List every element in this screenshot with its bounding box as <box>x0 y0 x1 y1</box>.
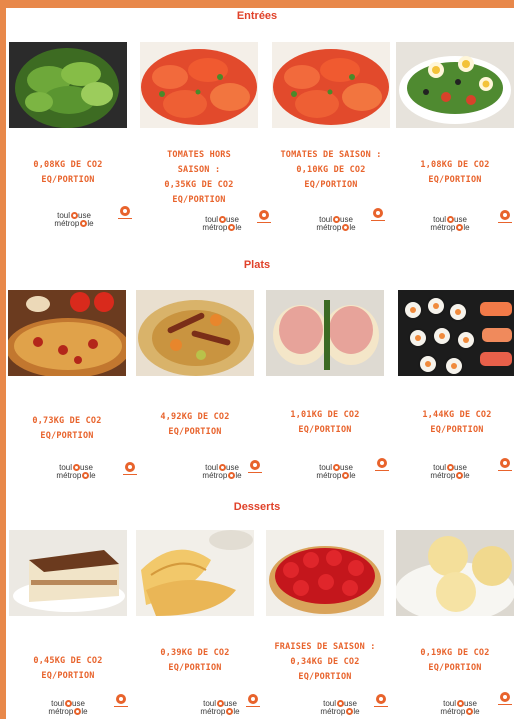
partner-logo-icon <box>498 210 512 223</box>
co2-label: FRAISES DE SAISON :0,34KG DE CO2 EQ/PORTI… <box>274 642 376 682</box>
toulouse-metropole-logo: toul use métrop le <box>54 211 94 228</box>
co2-label: 0,19KG DE CO2 EQ/PORTION <box>420 648 490 673</box>
partner-logo-icon <box>498 458 512 471</box>
co2-label: 4,92KG DE CO2 EQ/PORTION <box>160 412 230 437</box>
partner-logo-icon <box>123 462 137 475</box>
toulouse-metropole-logo: toul use métrop le <box>430 463 470 480</box>
food-photo-couscous <box>136 290 254 376</box>
partner-logo-icon <box>114 694 128 707</box>
toulouse-metropole-logo: toul use métrop le <box>430 215 470 232</box>
partner-logo-icon <box>257 210 271 223</box>
toulouse-metropole-logo: toul use métrop le <box>440 699 480 716</box>
co2-label: 0,73KG DE CO2 EQ/PORTION <box>32 416 102 441</box>
partner-logo-icon <box>375 458 389 471</box>
co2-label: 1,08KG DE CO2 EQ/PORTION <box>420 160 490 185</box>
toulouse-metropole-logo: toul use métrop le <box>48 699 88 716</box>
food-photo-sushi <box>398 290 514 376</box>
food-photo-strawberry-tart <box>266 530 384 616</box>
toulouse-metropole-logo: toul use métrop le <box>202 215 242 232</box>
food-photo-ham-cheese <box>266 290 384 376</box>
partner-logo-icon <box>498 692 512 705</box>
food-photo-tomatoes <box>140 42 258 128</box>
toulouse-metropole-logo: toul use métrop le <box>320 699 360 716</box>
partner-logo-icon <box>246 694 260 707</box>
co2-label: 0,45KG DE CO2 EQ/PORTION <box>33 656 103 681</box>
partner-logo-icon <box>118 206 132 219</box>
section-title-desserts: Desserts <box>233 501 281 513</box>
food-photo-tiramisu <box>9 530 127 616</box>
partner-logo-icon <box>371 208 385 221</box>
co2-label: TOMATES DE SAISON :0,10KG DE CO2 EQ/PORTI… <box>280 150 382 190</box>
co2-label: TOMATES HORS SAISON :0,35KG DE CO2 EQ/PORT… <box>164 150 234 205</box>
food-photo-ice-cream <box>396 530 514 616</box>
food-photo-salad <box>9 42 127 128</box>
co2-label: 1,01KG DE CO2 EQ/PORTION <box>290 410 360 435</box>
co2-label: 1,44KG DE CO2 EQ/PORTION <box>422 410 492 435</box>
partner-logo-icon <box>374 694 388 707</box>
section-title-plats: Plats <box>243 259 271 271</box>
co2-label: 0,39KG DE CO2 EQ/PORTION <box>160 648 230 673</box>
toulouse-metropole-logo: toul use métrop le <box>200 699 240 716</box>
food-photo-pizza <box>8 290 126 376</box>
toulouse-metropole-logo: toul use métrop le <box>316 463 356 480</box>
section-title-entrees: Entrées <box>236 10 278 22</box>
food-photo-crepes <box>136 530 254 616</box>
toulouse-metropole-logo: toul use métrop le <box>316 215 356 232</box>
partner-logo-icon <box>248 460 262 473</box>
food-photo-nicoise <box>396 42 514 128</box>
toulouse-metropole-logo: toul use métrop le <box>202 463 242 480</box>
toulouse-metropole-logo: toul use métrop le <box>56 463 96 480</box>
co2-label: 0,08KG DE CO2 EQ/PORTION <box>33 160 103 185</box>
food-photo-tomatoes <box>272 42 390 128</box>
